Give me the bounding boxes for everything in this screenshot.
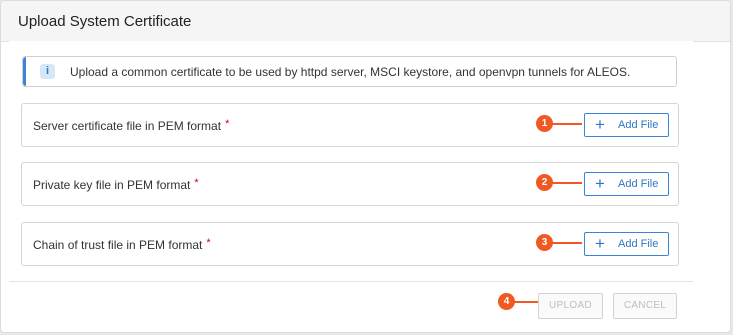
required-asterisk: * [194,177,199,189]
add-file-label: Add File [618,238,659,250]
chain-of-trust-row: Chain of trust file in PEM format * + Add… [21,222,679,266]
chain-of-trust-label: Chain of trust file in PEM format * [33,237,211,252]
info-icon: i [40,64,55,79]
step-marker-3: 3 [536,234,553,251]
dialog-title: Upload System Certificate [18,13,192,30]
private-key-label: Private key file in PEM format * [33,177,199,192]
plus-icon: + [595,234,605,253]
add-file-label: Add File [618,178,659,190]
footer-divider [9,281,693,282]
step-marker-4: 4 [498,293,515,310]
step-marker-1: 1 [536,115,553,132]
add-chain-of-trust-button[interactable]: + Add File [584,232,669,256]
dialog-body: i Upload a common certificate to be used… [9,41,693,281]
plus-icon: + [595,115,605,134]
upload-button[interactable]: UPLOAD [538,293,603,319]
step-marker-2: 2 [536,174,553,191]
required-asterisk: * [206,237,211,249]
cancel-button[interactable]: CANCEL [613,293,677,319]
plus-icon: + [595,174,605,193]
info-text: Upload a common certificate to be used b… [70,65,631,79]
server-certificate-label: Server certificate file in PEM format * [33,118,230,133]
server-certificate-row: Server certificate file in PEM format * +… [21,103,679,147]
step-marker-line [552,123,582,125]
upload-certificate-dialog: Upload System Certificate i Upload a com… [0,0,731,333]
private-key-row: Private key file in PEM format * + Add Fi… [21,162,679,206]
dialog-header: Upload System Certificate [1,1,730,42]
add-file-label: Add File [618,119,659,131]
step-marker-line [552,242,582,244]
info-banner: i Upload a common certificate to be used… [22,56,677,87]
step-marker-line [513,301,538,303]
add-server-certificate-button[interactable]: + Add File [584,113,669,137]
step-marker-line [552,182,582,184]
add-private-key-button[interactable]: + Add File [584,172,669,196]
required-asterisk: * [225,118,230,130]
